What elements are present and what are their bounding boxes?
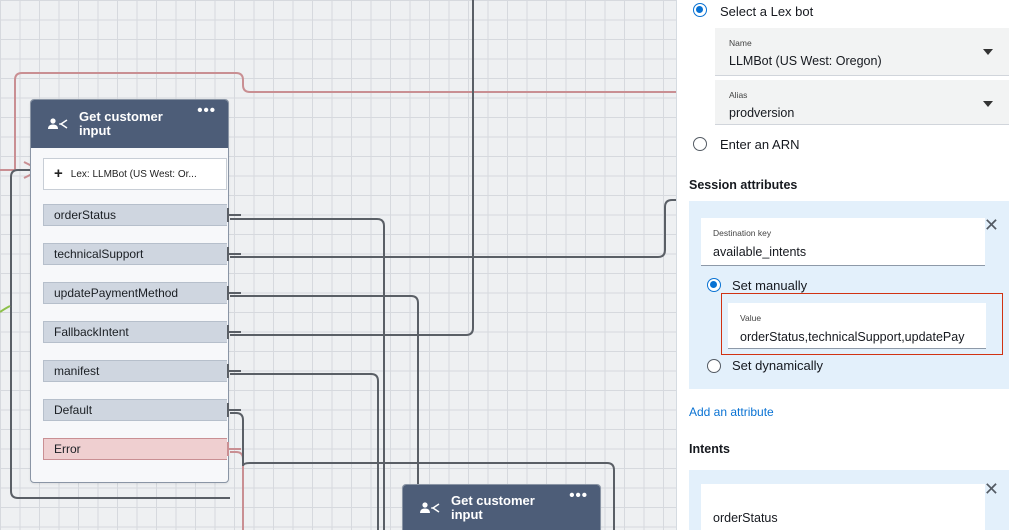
session-attributes-heading: Session attributes bbox=[689, 178, 798, 192]
set-manually-label: Set manually bbox=[732, 278, 808, 293]
lex-bot-row[interactable]: + Lex: LLMBot (US West: Or... bbox=[43, 158, 227, 190]
name-value: LLMBot (US West: Oregon) bbox=[729, 54, 882, 68]
branch-port-connector[interactable] bbox=[227, 204, 241, 226]
chevron-down-icon bbox=[983, 101, 993, 107]
branch-port-connector[interactable] bbox=[227, 321, 241, 343]
intent-card: ✕ orderStatus bbox=[689, 470, 1009, 530]
branch-port-connector[interactable] bbox=[227, 282, 241, 304]
get-customer-input-block-2[interactable]: Get customer input ••• bbox=[402, 484, 601, 530]
block-title: Get customer input bbox=[79, 109, 163, 138]
properties-panel: Select a Lex bot Name LLMBot (US West: O… bbox=[676, 0, 1024, 530]
set-dynamically-label: Set dynamically bbox=[732, 358, 824, 373]
branch-port-connector[interactable] bbox=[227, 438, 241, 460]
name-label: Name bbox=[729, 38, 752, 48]
enter-arn-label: Enter an ARN bbox=[720, 137, 800, 152]
flow-canvas[interactable]: Get customer input ••• + Lex: LLMBot (US… bbox=[0, 0, 676, 530]
select-lex-bot-radio[interactable] bbox=[693, 3, 707, 17]
alias-value: prodversion bbox=[729, 106, 795, 120]
destination-key-label: Destination key bbox=[713, 228, 772, 238]
branch-port-connector[interactable] bbox=[227, 360, 241, 382]
value-value: orderStatus,technicalSupport,updatePay bbox=[740, 330, 965, 344]
wire-fallback bbox=[230, 0, 474, 336]
session-attribute-card: ✕ Destination key available_intents Set … bbox=[689, 201, 1009, 389]
block-header-2[interactable]: Get customer input ••• bbox=[403, 485, 600, 530]
add-attribute-link[interactable]: Add an attribute bbox=[689, 405, 774, 419]
destination-key-field[interactable]: Destination key available_intents bbox=[701, 218, 985, 266]
more-options-icon[interactable]: ••• bbox=[197, 103, 216, 118]
destination-key-value: available_intents bbox=[713, 245, 807, 259]
branch-row[interactable]: Error bbox=[43, 438, 227, 460]
branch-port-connector[interactable] bbox=[227, 399, 241, 421]
branch-port-connector[interactable] bbox=[227, 243, 241, 265]
branch-row[interactable]: FallbackIntent bbox=[43, 321, 227, 343]
close-icon[interactable]: ✕ bbox=[984, 216, 999, 234]
chevron-down-icon bbox=[983, 49, 993, 55]
alias-select[interactable]: Alias prodversion bbox=[715, 80, 1009, 125]
plus-icon[interactable]: + bbox=[54, 166, 63, 181]
alias-label: Alias bbox=[729, 90, 748, 100]
customer-input-icon bbox=[48, 118, 68, 129]
get-customer-input-block[interactable]: Get customer input ••• + Lex: LLMBot (US… bbox=[30, 99, 241, 483]
branch-row[interactable]: orderStatus bbox=[43, 204, 227, 226]
set-dynamically-radio[interactable] bbox=[707, 359, 721, 373]
wire-manifest bbox=[230, 373, 379, 530]
customer-input-icon bbox=[420, 502, 440, 513]
branch-row[interactable]: technicalSupport bbox=[43, 243, 227, 265]
select-lex-bot-label: Select a Lex bot bbox=[720, 4, 814, 19]
branch-row[interactable]: manifest bbox=[43, 360, 227, 382]
close-icon[interactable]: ✕ bbox=[984, 480, 999, 498]
branch-row[interactable]: updatePaymentMethod bbox=[43, 282, 227, 304]
branch-row[interactable]: Default bbox=[43, 399, 227, 421]
value-field[interactable]: Value orderStatus,technicalSupport,updat… bbox=[728, 303, 986, 349]
lex-bot-label: Lex: LLMBot (US West: Or... bbox=[70, 168, 197, 180]
enter-arn-radio[interactable] bbox=[693, 137, 707, 151]
more-options-icon[interactable]: ••• bbox=[569, 488, 588, 503]
block-header[interactable]: Get customer input ••• bbox=[31, 100, 228, 148]
wire-updatepayment bbox=[230, 295, 419, 530]
intents-heading: Intents bbox=[689, 442, 730, 456]
bot-name-select[interactable]: Name LLMBot (US West: Oregon) bbox=[715, 28, 1009, 76]
intent-field[interactable]: orderStatus bbox=[701, 484, 985, 530]
intent-value: orderStatus bbox=[713, 511, 778, 525]
error-wire-bottom bbox=[230, 451, 244, 530]
block-title-2: Get customer input bbox=[451, 493, 535, 522]
wire-technicalsupport bbox=[230, 199, 676, 258]
value-label: Value bbox=[740, 313, 762, 323]
set-manually-radio[interactable] bbox=[707, 278, 721, 292]
